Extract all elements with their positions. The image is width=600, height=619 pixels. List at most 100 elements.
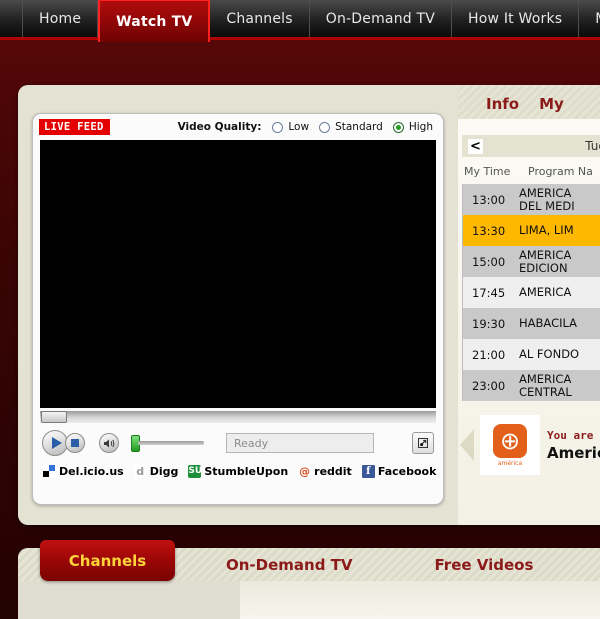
bottom-left-column — [18, 581, 240, 619]
nav-item-watch-tv[interactable]: Watch TV — [98, 0, 211, 42]
top-navigation: Home Watch TV Channels On-Demand TV How … — [0, 0, 600, 42]
row-program-name: AL FONDO — [519, 347, 580, 361]
play-icon — [51, 437, 62, 449]
bottom-content-panel: Channels On-Demand TV Free Videos — [18, 540, 600, 619]
video-player-card: LIVE FEED Video Quality: Low Standard Hi… — [32, 113, 444, 505]
table-row[interactable]: 17:45 AMERICA — [463, 277, 600, 308]
stop-button[interactable] — [65, 433, 85, 453]
nav-label: On-Demand TV — [325, 10, 436, 27]
tab-free-videos[interactable]: Free Videos — [417, 556, 552, 574]
video-quality-label: Video Quality: — [177, 121, 262, 133]
stop-icon — [71, 439, 79, 447]
row-time: 21:00 — [472, 347, 506, 362]
volume-slider[interactable] — [131, 434, 204, 452]
schedule-list: 13:00 AMERICA DEL MEDI 13:30 LIMA, LIM 15… — [462, 184, 600, 401]
share-label: StumbleUpon — [204, 465, 289, 478]
channel-logo: ⊕ américa — [480, 415, 540, 475]
previous-day-button[interactable]: < — [468, 138, 483, 154]
row-time: 13:30 — [472, 223, 506, 238]
player-status-field: Ready — [226, 433, 374, 453]
schedule-panel: Info My < Tues My Time Program Na 13:00 … — [458, 85, 600, 525]
share-label: reddit — [314, 465, 352, 478]
table-row[interactable]: 13:00 AMERICA DEL MEDI — [463, 184, 600, 215]
row-time: 13:00 — [472, 192, 506, 207]
table-row[interactable]: 15:00 AMERICA EDICION — [463, 246, 600, 277]
tab-channels[interactable]: Channels — [40, 540, 175, 581]
share-delicious[interactable]: Del.icio.us — [43, 465, 124, 478]
speaker-icon — [103, 439, 114, 447]
share-stumbleupon[interactable]: SU StumbleUpon — [188, 465, 288, 478]
schedule-column-headers: My Time Program Na — [458, 157, 600, 184]
bottom-tab-bar: Channels On-Demand TV Free Videos — [18, 540, 600, 581]
main-content-panel: LIVE FEED Video Quality: Low Standard Hi… — [18, 85, 600, 525]
table-row[interactable]: 23:00 AMERICA CENTRAL — [463, 370, 600, 401]
nav-item-on-demand-tv[interactable]: On-Demand TV — [310, 0, 453, 37]
now-playing-text: You are w America — [540, 429, 600, 462]
seek-thumb[interactable] — [41, 411, 67, 423]
fullscreen-button[interactable] — [412, 432, 434, 454]
table-row[interactable]: 19:30 HABACILA — [463, 308, 600, 339]
quality-radio-low[interactable] — [272, 121, 284, 133]
reddit-icon: @ — [298, 465, 312, 478]
delicious-icon — [43, 465, 56, 478]
tab-info[interactable]: Info — [476, 95, 529, 119]
row-time: 17:45 — [472, 285, 506, 300]
row-program-name: AMERICA — [519, 285, 572, 299]
seek-bar[interactable] — [40, 411, 436, 423]
quality-radio-standard[interactable] — [319, 121, 331, 133]
nav-label: Watch TV — [116, 13, 193, 30]
column-header-my-time: My Time — [464, 165, 511, 178]
table-row[interactable]: 21:00 AL FONDO — [463, 339, 600, 370]
share-reddit[interactable]: @ reddit — [298, 465, 352, 478]
schedule-tabs: Info My — [458, 85, 600, 119]
row-program-name: HABACILA — [519, 316, 578, 330]
now-playing-channel-name: America — [547, 443, 600, 462]
share-facebook[interactable]: f Facebook — [361, 465, 437, 478]
table-row[interactable]: 13:30 LIMA, LIM — [463, 215, 600, 246]
nav-label: Channels — [226, 10, 293, 27]
quality-option-high-label: High — [408, 121, 433, 133]
schedule-body: < Tues My Time Program Na 13:00 AMERICAD… — [458, 119, 600, 525]
stumbleupon-icon: SU — [188, 465, 203, 478]
nav-item-channels[interactable]: Channels — [210, 0, 310, 37]
row-program-name: AMERICA EDICION — [519, 247, 572, 275]
volume-track[interactable] — [138, 441, 204, 445]
live-feed-badge: LIVE FEED — [39, 119, 110, 135]
mute-button[interactable] — [99, 433, 119, 453]
row-program-name: LIMA, LIM — [519, 223, 574, 237]
nav-label: My Profile — [595, 11, 600, 27]
nav-item-my-profile[interactable]: My Profile — [579, 0, 600, 37]
previous-channel-arrow-icon[interactable] — [460, 429, 474, 461]
share-label: Facebook — [377, 465, 437, 478]
tab-my[interactable]: My — [529, 95, 574, 119]
nav-item-how-it-works[interactable]: How It Works — [452, 0, 580, 37]
current-day-label: Tues — [585, 139, 600, 153]
social-share-bar: Del.icio.us d Digg SU StumbleUpon @ redd… — [33, 456, 443, 478]
share-digg[interactable]: d Digg — [133, 465, 179, 478]
share-label: Del.icio.us — [59, 465, 124, 478]
nav-label: Home — [39, 10, 82, 27]
globe-icon: ⊕ — [493, 423, 527, 458]
digg-icon: d — [133, 465, 147, 478]
bottom-right-column — [240, 581, 600, 619]
row-program-name: AMERICA CENTRAL — [519, 371, 572, 399]
player-header: LIVE FEED Video Quality: Low Standard Hi… — [33, 114, 443, 140]
quality-radio-high[interactable] — [392, 121, 404, 133]
video-quality-selector: Video Quality: Low Standard High — [178, 121, 435, 133]
row-time: 23:00 — [472, 378, 506, 393]
now-playing-channel: ⊕ américa You are w America — [458, 401, 600, 475]
row-time: 15:00 — [472, 254, 506, 269]
video-display-area[interactable] — [40, 140, 436, 408]
now-playing-caption: You are w — [547, 428, 600, 442]
tab-on-demand-tv[interactable]: On-Demand TV — [208, 556, 371, 574]
facebook-icon: f — [361, 465, 375, 478]
quality-option-standard-label: Standard — [335, 121, 383, 133]
channel-logo-text: américa — [497, 459, 523, 467]
player-controls: Ready — [33, 423, 443, 456]
popout-icon — [418, 438, 428, 448]
share-label: Digg — [149, 465, 179, 478]
row-time: 19:30 — [472, 316, 506, 331]
nav-item-home[interactable]: Home — [22, 0, 99, 37]
date-navigation: < Tues — [462, 135, 600, 157]
bottom-body — [18, 581, 600, 619]
